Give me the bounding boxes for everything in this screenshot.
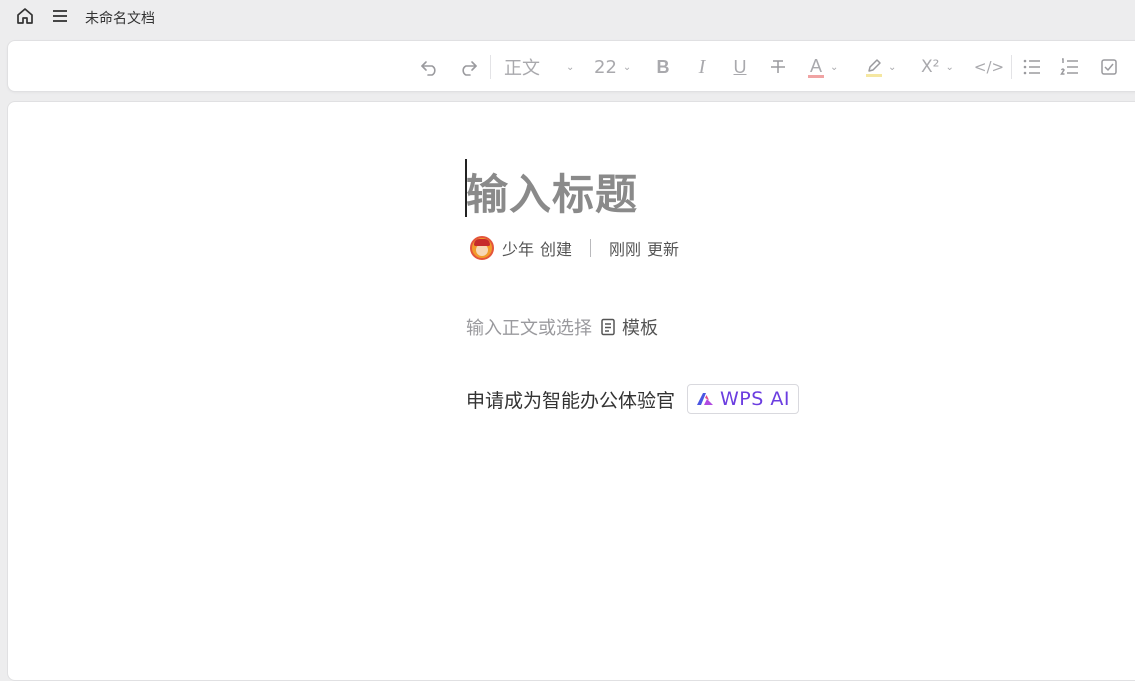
body-placeholder[interactable]: 输入正文或选择 模板 bbox=[466, 314, 658, 340]
formatting-toolbar: 正文 ⌄ 22 ⌄ B I U A ⌄ ⌄ X² ⌄ </> bbox=[7, 40, 1135, 92]
underline-icon: U bbox=[733, 56, 747, 77]
undo-icon[interactable] bbox=[418, 54, 442, 80]
numbered-list-button[interactable] bbox=[1059, 54, 1081, 80]
paragraph-style-select[interactable]: 正文 ⌄ bbox=[504, 54, 576, 80]
avatar[interactable] bbox=[470, 236, 494, 260]
strikethrough-button[interactable] bbox=[767, 54, 789, 80]
ai-invite-line: 申请成为智能办公体验官 WPS AI bbox=[466, 384, 799, 414]
hamburger-menu-icon[interactable] bbox=[49, 5, 71, 27]
home-icon[interactable] bbox=[14, 5, 36, 27]
wps-ai-label: WPS AI bbox=[720, 388, 790, 410]
top-bar: 未命名文档 bbox=[0, 0, 1135, 34]
font-size-select[interactable]: 22 ⌄ bbox=[594, 54, 640, 80]
wps-ai-logo-icon bbox=[697, 393, 714, 405]
paragraph-style-value: 正文 bbox=[504, 58, 540, 79]
document-title-tab[interactable]: 未命名文档 bbox=[85, 8, 155, 28]
chevron-down-icon: ⌄ bbox=[888, 61, 897, 73]
code-icon: </> bbox=[973, 58, 1005, 76]
font-size-value: 22 bbox=[594, 56, 617, 78]
checklist-button[interactable] bbox=[1098, 54, 1120, 80]
updated-label: 更新 bbox=[647, 240, 680, 259]
template-link[interactable]: 模板 bbox=[600, 314, 658, 340]
template-label: 模板 bbox=[622, 318, 658, 339]
font-color-button[interactable]: A ⌄ bbox=[808, 54, 850, 80]
created-label: 创建 bbox=[540, 240, 573, 259]
chevron-down-icon: ⌄ bbox=[622, 61, 632, 73]
ai-invite-text: 申请成为智能办公体验官 bbox=[466, 389, 676, 412]
bold-button[interactable]: B bbox=[652, 54, 674, 80]
document-icon bbox=[601, 318, 615, 336]
toolbar-divider bbox=[1011, 55, 1012, 79]
body-placeholder-text: 输入正文或选择 bbox=[466, 318, 592, 339]
highlight-pen-icon bbox=[866, 58, 882, 77]
toolbar-divider bbox=[490, 55, 491, 79]
bullet-list-button[interactable] bbox=[1021, 54, 1043, 80]
bullet-list-icon bbox=[1023, 59, 1040, 75]
italic-button[interactable]: I bbox=[691, 54, 713, 80]
font-color-icon: A bbox=[808, 57, 824, 78]
chevron-down-icon: ⌄ bbox=[566, 61, 575, 73]
font-color-letter: A bbox=[809, 55, 822, 76]
wps-ai-button[interactable]: WPS AI bbox=[687, 384, 799, 414]
highlight-button[interactable]: ⌄ bbox=[866, 54, 908, 80]
checkbox-list-icon bbox=[1101, 59, 1117, 75]
italic-icon: I bbox=[698, 55, 706, 78]
strikethrough-icon bbox=[771, 60, 785, 73]
numbered-list-icon bbox=[1060, 58, 1078, 75]
redo-icon[interactable] bbox=[456, 54, 480, 80]
author-name: 少年 bbox=[502, 240, 535, 259]
superscript-button[interactable]: X² ⌄ bbox=[921, 54, 961, 80]
title-input[interactable]: 输入标题 bbox=[466, 162, 638, 220]
document-meta: 少年 创建 刚刚 更新 bbox=[470, 236, 679, 260]
code-button[interactable]: </> bbox=[973, 54, 1005, 80]
document-editor[interactable]: 输入标题 少年 创建 刚刚 更新 输入正文或选择 模板 申请成为智能办公体验官 … bbox=[7, 101, 1135, 681]
chevron-down-icon: ⌄ bbox=[830, 61, 839, 73]
meta-divider bbox=[590, 239, 592, 257]
superscript-icon: X² bbox=[921, 57, 940, 77]
updated-time: 刚刚 bbox=[609, 240, 642, 259]
chevron-down-icon: ⌄ bbox=[945, 61, 954, 73]
underline-button[interactable]: U bbox=[729, 54, 751, 80]
bold-icon: B bbox=[656, 56, 670, 77]
